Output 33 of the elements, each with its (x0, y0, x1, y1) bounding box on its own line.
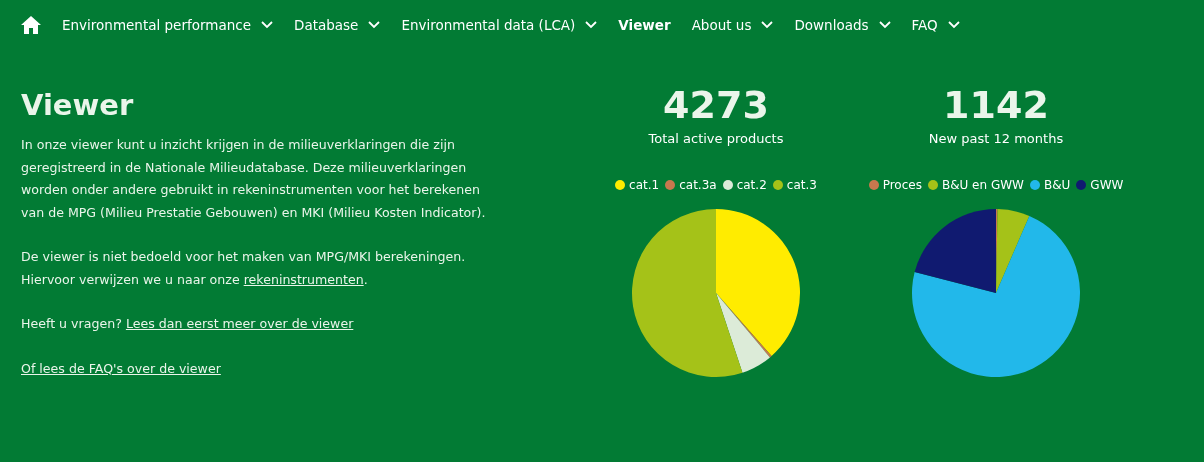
stat-value: 4273 (663, 83, 769, 127)
nav-item[interactable]: FAQ (911, 17, 960, 33)
nav-item[interactable]: Environmental performance (62, 17, 273, 33)
nav-item[interactable]: Viewer (618, 17, 671, 33)
chevron-down-icon (761, 21, 774, 29)
chevron-down-icon (261, 21, 273, 29)
legend-label: cat.3 (786, 178, 817, 192)
text-link[interactable]: Lees dan eerst meer over de viewer (125, 316, 354, 331)
legend-label: B&U en GWW (941, 178, 1024, 192)
nav-item[interactable]: About us (691, 17, 774, 33)
legend-label: GWW (1090, 178, 1124, 192)
page-title: Viewer (21, 88, 135, 122)
paragraph: In onze viewer kunt u inzicht krijgen in de milieuverklaringen die zijn geregistreerd in de Nationale Milieudatabase. Deze milieuverklaringen worden onder andere gebruikt in rekeninstrumenten voor het berekenen van de MPG (Milieu Prestatie Gebouwen) en MKI (Milieu Kosten Indicator). (21, 136, 487, 222)
text-link[interactable]: Of lees de FAQ's over de viewer (21, 360, 221, 376)
nav-item[interactable]: Downloads (794, 17, 891, 33)
chevron-down-icon (947, 21, 960, 29)
stat-label: New past 12 months (928, 131, 1064, 146)
stat-value: 1142 (943, 83, 1049, 127)
legend-label: cat.2 (736, 178, 767, 192)
chevron-down-icon (585, 21, 598, 29)
chevron-down-icon (368, 21, 381, 29)
stat-label: Total active products (648, 131, 784, 146)
text-link[interactable]: rekeninstrumenten (243, 271, 364, 287)
nav-item[interactable]: Database (294, 17, 381, 33)
paragraph: Heeft u vragen? Lees dan eerst meer over de viewer (21, 315, 355, 333)
home-icon[interactable] (21, 16, 41, 34)
legend-label: B&U (1043, 178, 1071, 192)
chevron-down-icon (878, 21, 891, 29)
nav-item[interactable]: Environmental data (LCA) (401, 17, 598, 33)
paragraph: De viewer is niet bedoeld voor het maken van MPG/MKI berekeningen. Hiervoor verwijzen we u naar onze rekeninstrumenten. (21, 248, 467, 289)
legend-label: cat.3a (679, 178, 717, 192)
legend-label: Proces (882, 178, 922, 192)
legend-label: cat.1 (629, 178, 660, 192)
